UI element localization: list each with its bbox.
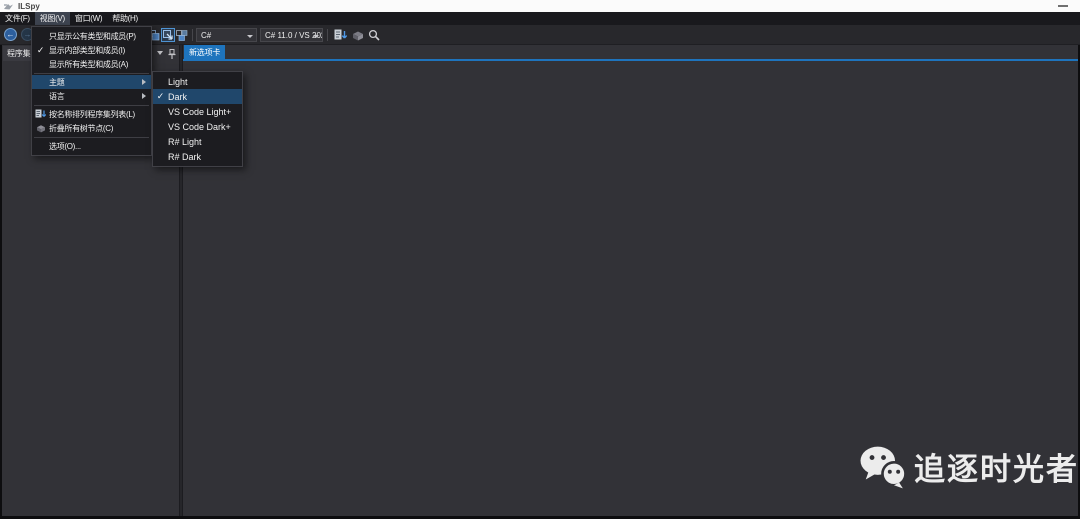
toolbar-separator — [327, 29, 328, 41]
tab-new-tab[interactable]: 新选项卡 — [184, 45, 225, 59]
window-title: ILSpy — [18, 2, 40, 11]
menu-item-collapse-nodes[interactable]: 折叠所有树节点(C) — [32, 121, 151, 135]
language-select[interactable]: C# — [196, 28, 257, 42]
language-select-value: C# — [201, 31, 211, 40]
sort-by-name-icon — [35, 109, 46, 119]
tab-strip-underline — [183, 59, 1078, 61]
menu-bar: 文件(F) 视图(V) 窗口(W) 帮助(H) — [0, 12, 1080, 25]
submenu-arrow-icon — [142, 93, 146, 99]
view-menu-dropdown: 只显示公有类型和成员(P) ✓ 显示内部类型和成员(I) 显示所有类型和成员(A… — [31, 26, 152, 156]
search-icon — [368, 29, 380, 41]
menu-item-show-public-only[interactable]: 只显示公有类型和成员(P) — [32, 29, 151, 43]
menu-separator — [34, 73, 149, 74]
menu-view[interactable]: 视图(V) — [35, 12, 70, 25]
icon-slot — [32, 109, 49, 119]
theme-submenu: Light ✓ Dark VS Code Light+ VS Code Dark… — [152, 71, 243, 167]
check-icon: ✓ — [37, 46, 44, 55]
icon-slot: ✓ — [32, 46, 49, 55]
sort-by-name-icon — [334, 29, 347, 41]
pin-icon — [167, 49, 177, 60]
menu-item-label: VS Code Light+ — [168, 107, 231, 117]
submenu-item-light[interactable]: Light — [153, 74, 242, 89]
menu-separator — [34, 137, 149, 138]
ilspy-window: ILSpy 文件(F) 视图(V) 窗口(W) 帮助(H) ← → — [0, 0, 1080, 519]
icon-slot: ✓ — [153, 92, 168, 101]
collapse-tree-button[interactable] — [351, 28, 365, 42]
submenu-item-rsharp-dark[interactable]: R# Dark — [153, 149, 242, 164]
assemblies-panel-label[interactable]: 程序集 — [3, 46, 34, 61]
minimize-button[interactable] — [1058, 5, 1068, 7]
menu-item-label: 选项(O)... — [49, 141, 81, 152]
window-edge — [0, 45, 2, 519]
submenu-item-dark[interactable]: ✓ Dark — [153, 89, 242, 104]
menu-item-show-all[interactable]: 显示所有类型和成员(A) — [32, 57, 151, 71]
menu-item-label: 显示所有类型和成员(A) — [49, 59, 128, 70]
menu-item-label: 折叠所有树节点(C) — [49, 123, 113, 134]
menu-item-label: R# Dark — [168, 152, 201, 162]
wechat-icon — [860, 445, 906, 489]
app-logo-icon — [3, 2, 14, 11]
square-arrow-icon — [163, 30, 174, 41]
menu-item-label: 显示内部类型和成员(I) — [49, 45, 125, 56]
check-icon: ✓ — [157, 92, 165, 101]
menu-item-label: R# Light — [168, 137, 202, 147]
menu-file[interactable]: 文件(F) — [0, 12, 35, 25]
arrow-left-icon: ← — [7, 31, 15, 39]
panel-pin-button[interactable] — [167, 47, 177, 58]
menu-item-label: 语言 — [49, 91, 64, 102]
menu-item-sort-assemblies[interactable]: 按名称排列程序集列表(L) — [32, 107, 151, 121]
toolbar: ← → C# — [0, 25, 1080, 45]
collapse-nodes-icon — [36, 124, 46, 133]
nav-back-button[interactable]: ← — [4, 28, 17, 41]
menu-item-language[interactable]: 语言 — [32, 89, 151, 103]
menu-item-label: 主题 — [49, 77, 64, 88]
chevron-down-icon — [247, 35, 253, 38]
menu-item-label: 按名称排列程序集列表(L) — [49, 109, 135, 120]
menu-item-show-internal[interactable]: ✓ 显示内部类型和成员(I) — [32, 43, 151, 57]
sort-assemblies-button[interactable] — [333, 28, 347, 42]
icon-slot — [32, 124, 49, 133]
menu-item-options[interactable]: 选项(O)... — [32, 139, 151, 153]
submenu-item-vscode-dark[interactable]: VS Code Dark+ — [153, 119, 242, 134]
menu-help[interactable]: 帮助(H) — [107, 12, 143, 25]
filter-all-button[interactable] — [175, 28, 189, 42]
compiler-version-select[interactable]: C# 11.0 / VS 202 — [260, 28, 323, 42]
menu-item-label: 只显示公有类型和成员(P) — [49, 31, 136, 42]
menu-item-label: Light — [168, 77, 188, 87]
search-button[interactable] — [367, 28, 381, 42]
watermark-text: 追逐时光者 — [914, 444, 1079, 489]
filter-internal-button[interactable] — [161, 28, 175, 42]
menu-item-label: VS Code Dark+ — [168, 122, 231, 132]
panel-menu-button chevron-down-icon[interactable] — [157, 51, 163, 55]
menu-separator — [34, 105, 149, 106]
squares-grid-icon — [176, 30, 188, 41]
menu-item-theme[interactable]: 主题 — [32, 75, 151, 89]
submenu-arrow-icon — [142, 79, 146, 85]
menu-window[interactable]: 窗口(W) — [70, 12, 107, 25]
submenu-item-rsharp-light[interactable]: R# Light — [153, 134, 242, 149]
submenu-item-vscode-light[interactable]: VS Code Light+ — [153, 104, 242, 119]
watermark: 追逐时光者 — [860, 444, 1079, 489]
chevron-down-icon — [313, 35, 319, 38]
title-bar: ILSpy — [0, 0, 1080, 12]
menu-item-label: Dark — [168, 92, 187, 102]
collapse-nodes-icon — [352, 30, 364, 41]
toolbar-separator — [192, 29, 193, 41]
